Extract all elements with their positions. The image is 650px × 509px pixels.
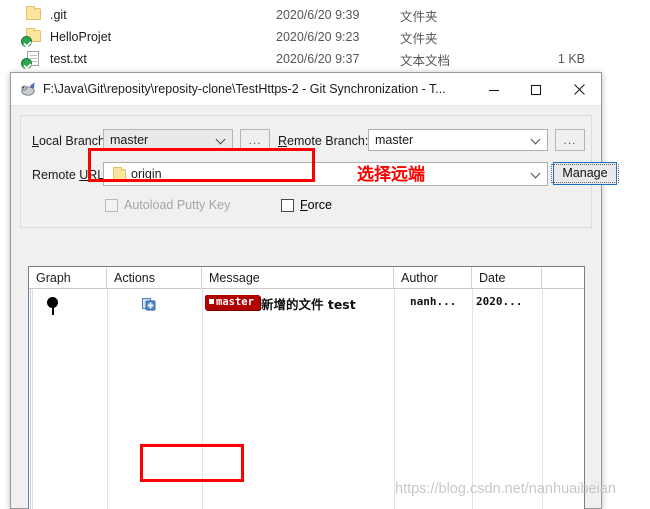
autoload-putty-key-checkbox[interactable]: Autoload Putty Key: [105, 198, 230, 212]
file-date: 2020/6/20 9:39: [276, 8, 360, 22]
folder-icon: [111, 167, 126, 180]
column-header-graph[interactable]: Graph: [29, 267, 107, 289]
force-label: Force: [300, 198, 332, 212]
manage-label: Manage: [551, 164, 619, 183]
manage-button[interactable]: Manage: [551, 162, 619, 185]
ref-badge-master: master: [205, 295, 260, 310]
column-header-extra: [542, 267, 586, 289]
commit-branch-line: [52, 306, 54, 315]
maximize-button[interactable]: [515, 73, 557, 106]
annotation-select-remote: 选择远端: [357, 165, 425, 185]
autoload-putty-key-label: Autoload Putty Key: [124, 198, 231, 212]
column-header-message[interactable]: Message: [202, 267, 394, 289]
local-branch-label: Local Branch:: [32, 134, 109, 148]
watermark: https://blog.csdn.net/nanhuaibeian: [395, 481, 616, 497]
column-header-actions[interactable]: Actions: [107, 267, 202, 289]
remote-branch-browse-button[interactable]: ...: [555, 129, 585, 151]
file-name: .git: [50, 8, 67, 22]
checkbox-box: [105, 198, 118, 212]
column-divider: [542, 289, 543, 509]
add-icon: [142, 297, 156, 311]
remote-branch-combo[interactable]: master: [368, 129, 548, 151]
remote-branch-browse-label: ...: [563, 133, 577, 147]
remote-url-combo[interactable]: origin: [103, 162, 548, 186]
file-type: 文件夹: [400, 9, 438, 24]
table-row[interactable]: master 新增的文件 test nanh... 2020...: [29, 289, 584, 315]
tortoisegit-icon: [19, 81, 37, 97]
list-item[interactable]: .git 2020/6/20 9:39 文件夹: [0, 4, 650, 26]
window-controls: [473, 73, 601, 106]
column-divider: [202, 289, 203, 509]
folder-icon: [24, 6, 44, 23]
chevron-down-icon: [532, 167, 541, 181]
graph-gutter: [29, 289, 33, 509]
chevron-down-icon: [532, 133, 541, 147]
text-document-checked-icon: [21, 51, 44, 69]
folder-checked-icon: [21, 28, 44, 47]
file-name: test.txt: [50, 52, 87, 66]
commit-list[interactable]: Graph Actions Message Author Date master…: [28, 266, 585, 509]
column-divider: [394, 289, 395, 509]
screenshot-root: .git 2020/6/20 9:39 文件夹 HelloProjet 2020…: [0, 0, 650, 509]
checkbox-row: Autoload Putty Key Force: [21, 196, 591, 220]
git-sync-dialog: F:\Java\Git\reposity\reposity-clone\Test…: [10, 72, 619, 509]
remote-url-value: origin: [131, 167, 162, 181]
column-header-author[interactable]: Author: [394, 267, 472, 289]
remote-branch-value: master: [375, 133, 414, 147]
ref-badge-label: master: [216, 296, 254, 308]
file-type: 文本文档: [400, 53, 451, 68]
file-date: 2020/6/20 9:23: [276, 30, 360, 44]
list-item[interactable]: HelloProjet 2020/6/20 9:23 文件夹: [0, 26, 650, 48]
commit-list-body: master 新增的文件 test nanh... 2020...: [29, 289, 584, 509]
remote-url-label: Remote URL:: [32, 168, 108, 182]
dialog-titlebar[interactable]: F:\Java\Git\reposity\reposity-clone\Test…: [11, 73, 601, 106]
commit-date: 2020...: [476, 295, 523, 308]
file-date: 2020/6/20 9:37: [276, 52, 360, 66]
commit-message: 新增的文件 test: [261, 297, 356, 312]
local-branch-browse-label: ...: [248, 133, 262, 147]
local-branch-combo[interactable]: master: [103, 129, 233, 151]
column-divider: [472, 289, 473, 509]
close-button[interactable]: [557, 73, 601, 106]
minimize-button[interactable]: [473, 73, 515, 106]
checkbox-box: [281, 198, 294, 212]
column-divider: [107, 289, 108, 509]
commit-author: nanh...: [410, 295, 457, 308]
column-header-date[interactable]: Date: [472, 267, 542, 289]
file-size: 1 KB: [557, 52, 585, 66]
force-checkbox[interactable]: Force: [281, 198, 332, 212]
chevron-down-icon: [217, 133, 226, 147]
file-explorer-list: .git 2020/6/20 9:39 文件夹 HelloProjet 2020…: [0, 0, 650, 72]
local-branch-value: master: [110, 133, 149, 147]
file-name: HelloProjet: [50, 30, 112, 44]
list-item[interactable]: test.txt 2020/6/20 9:37 文本文档 1 KB: [0, 48, 650, 70]
remote-branch-label: Remote Branch:: [278, 134, 369, 148]
local-branch-browse-button[interactable]: ...: [240, 129, 270, 151]
file-type: 文件夹: [400, 31, 438, 46]
dialog-title: F:\Java\Git\reposity\reposity-clone\Test…: [43, 82, 446, 96]
sync-settings-panel: Local Branch: master ... Remote Branch: …: [20, 115, 619, 228]
commit-list-header: Graph Actions Message Author Date: [29, 267, 584, 289]
